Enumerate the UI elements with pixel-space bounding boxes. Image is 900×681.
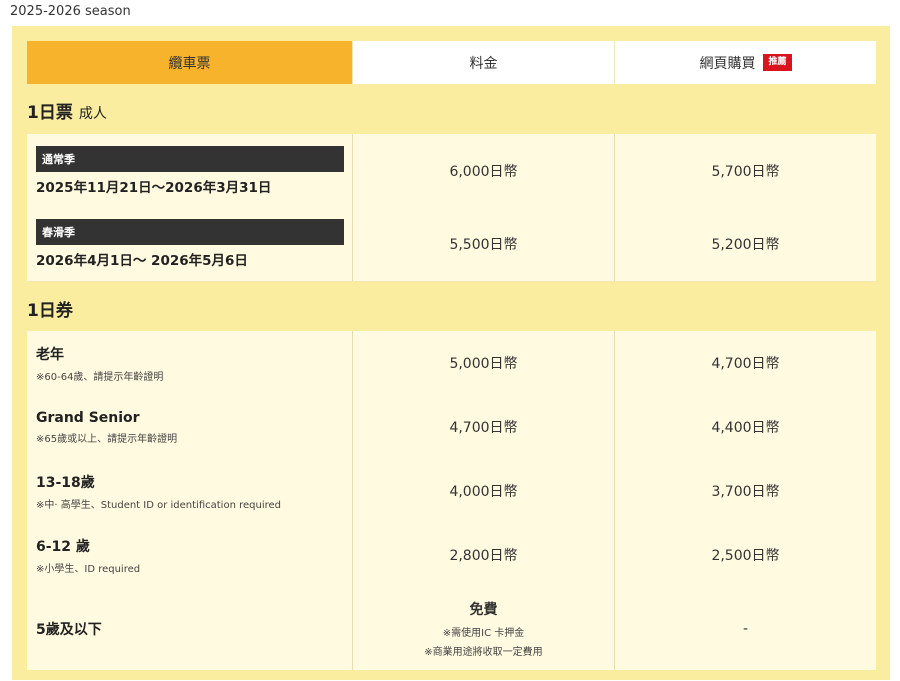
price-cell: 4,700日幣 <box>352 395 614 459</box>
season-tag: 春滑季 <box>36 219 344 245</box>
ticket-note: ※60-64歲、請提示年齡證明 <box>36 371 164 383</box>
price-cell: 6,000日幣 <box>352 134 614 207</box>
ticket-cell: 13-18歲 ※中· 高學生、Student ID or identificat… <box>27 459 352 523</box>
ticket-label: Grand Senior <box>36 409 140 426</box>
section-subtitle: 成人 <box>78 106 107 122</box>
ticket-label: 5歲及以下 <box>36 621 102 638</box>
date-range: 2025年11月21日〜2026年3月31日 <box>36 179 272 196</box>
season-label: 2025-2026 season <box>10 4 131 19</box>
ticket-label: 老年 <box>36 346 64 363</box>
price-cell: 5,000日幣 <box>352 331 614 395</box>
header-ticket: 纜車票 <box>27 41 352 84</box>
table-row: 老年 ※60-64歲、請提示年齡證明 5,000日幣 4,700日幣 <box>27 331 876 396</box>
web-price-cell: 3,700日幣 <box>614 459 876 523</box>
web-price-cell: 5,200日幣 <box>614 207 876 281</box>
commercial-note: ※商業用途將收取一定費用 <box>424 647 543 658</box>
table-row: 6-12 歲 ※小學生、ID required 2,800日幣 2,500日幣 <box>27 523 876 588</box>
ticket-cell: 5歲及以下 <box>27 587 352 670</box>
table-row: 5歲及以下 免費 ※需使用IC 卡押金 ※商業用途將收取一定費用 - <box>27 587 876 670</box>
web-price-cell: 2,500日幣 <box>614 523 876 587</box>
price-cell: 免費 ※需使用IC 卡押金 ※商業用途將收取一定費用 <box>352 587 614 670</box>
table-row: 通常季 2025年11月21日〜2026年3月31日 6,000日幣 5,700… <box>27 134 876 208</box>
price-cell: 4,000日幣 <box>352 459 614 523</box>
header-price: 料金 <box>352 41 614 84</box>
date-range: 2026年4月1日〜 2026年5月6日 <box>36 253 248 269</box>
price-cell: 5,500日幣 <box>352 207 614 281</box>
web-price-cell: 4,700日幣 <box>614 331 876 395</box>
ticket-note: ※小學生、ID required <box>36 563 141 575</box>
web-price-cell: 5,700日幣 <box>614 134 876 207</box>
web-price-cell: 4,400日幣 <box>614 395 876 459</box>
table-row: 春滑季 2026年4月1日〜 2026年5月6日 5,500日幣 5,200日幣 <box>27 207 876 282</box>
ticket-cell: 春滑季 2026年4月1日〜 2026年5月6日 <box>27 207 352 281</box>
ticket-note: ※65歲或以上、請提示年齡證明 <box>36 433 178 445</box>
section-1day-adult: 1日票 成人 <box>27 98 107 123</box>
table-row: Grand Senior ※65歲或以上、請提示年齡證明 4,700日幣 4,4… <box>27 395 876 460</box>
season-tag: 通常季 <box>36 145 344 172</box>
ticket-note: ※中· 高學生、Student ID or identification req… <box>36 499 281 511</box>
header-web-purchase-label: 網頁購買 <box>699 55 756 72</box>
free-price: 免費 <box>469 602 498 618</box>
table-header: 纜車票 料金 網頁購買 推薦 <box>27 41 876 84</box>
ticket-cell: Grand Senior ※65歲或以上、請提示年齡證明 <box>27 395 352 459</box>
section-1day-ticket: 1日券 <box>27 296 73 321</box>
ticket-label: 13-18歲 <box>36 474 95 491</box>
ticket-label: 6-12 歲 <box>36 538 90 555</box>
section-title: 1日券 <box>27 301 73 321</box>
deposit-note: ※需使用IC 卡押金 <box>442 628 525 639</box>
section-title: 1日票 <box>27 103 73 123</box>
price-table-panel: 纜車票 料金 網頁購買 推薦 1日票 成人 通常季 2025年11月21日〜202… <box>12 26 890 680</box>
ticket-cell: 老年 ※60-64歲、請提示年齡證明 <box>27 331 352 395</box>
table-row: 13-18歲 ※中· 高學生、Student ID or identificat… <box>27 459 876 524</box>
ticket-cell: 通常季 2025年11月21日〜2026年3月31日 <box>27 134 352 207</box>
recommended-badge: 推薦 <box>763 54 792 71</box>
web-price-cell: - <box>614 587 876 670</box>
header-web-purchase: 網頁購買 推薦 <box>614 41 876 84</box>
price-cell: 2,800日幣 <box>352 523 614 587</box>
ticket-cell: 6-12 歲 ※小學生、ID required <box>27 523 352 587</box>
